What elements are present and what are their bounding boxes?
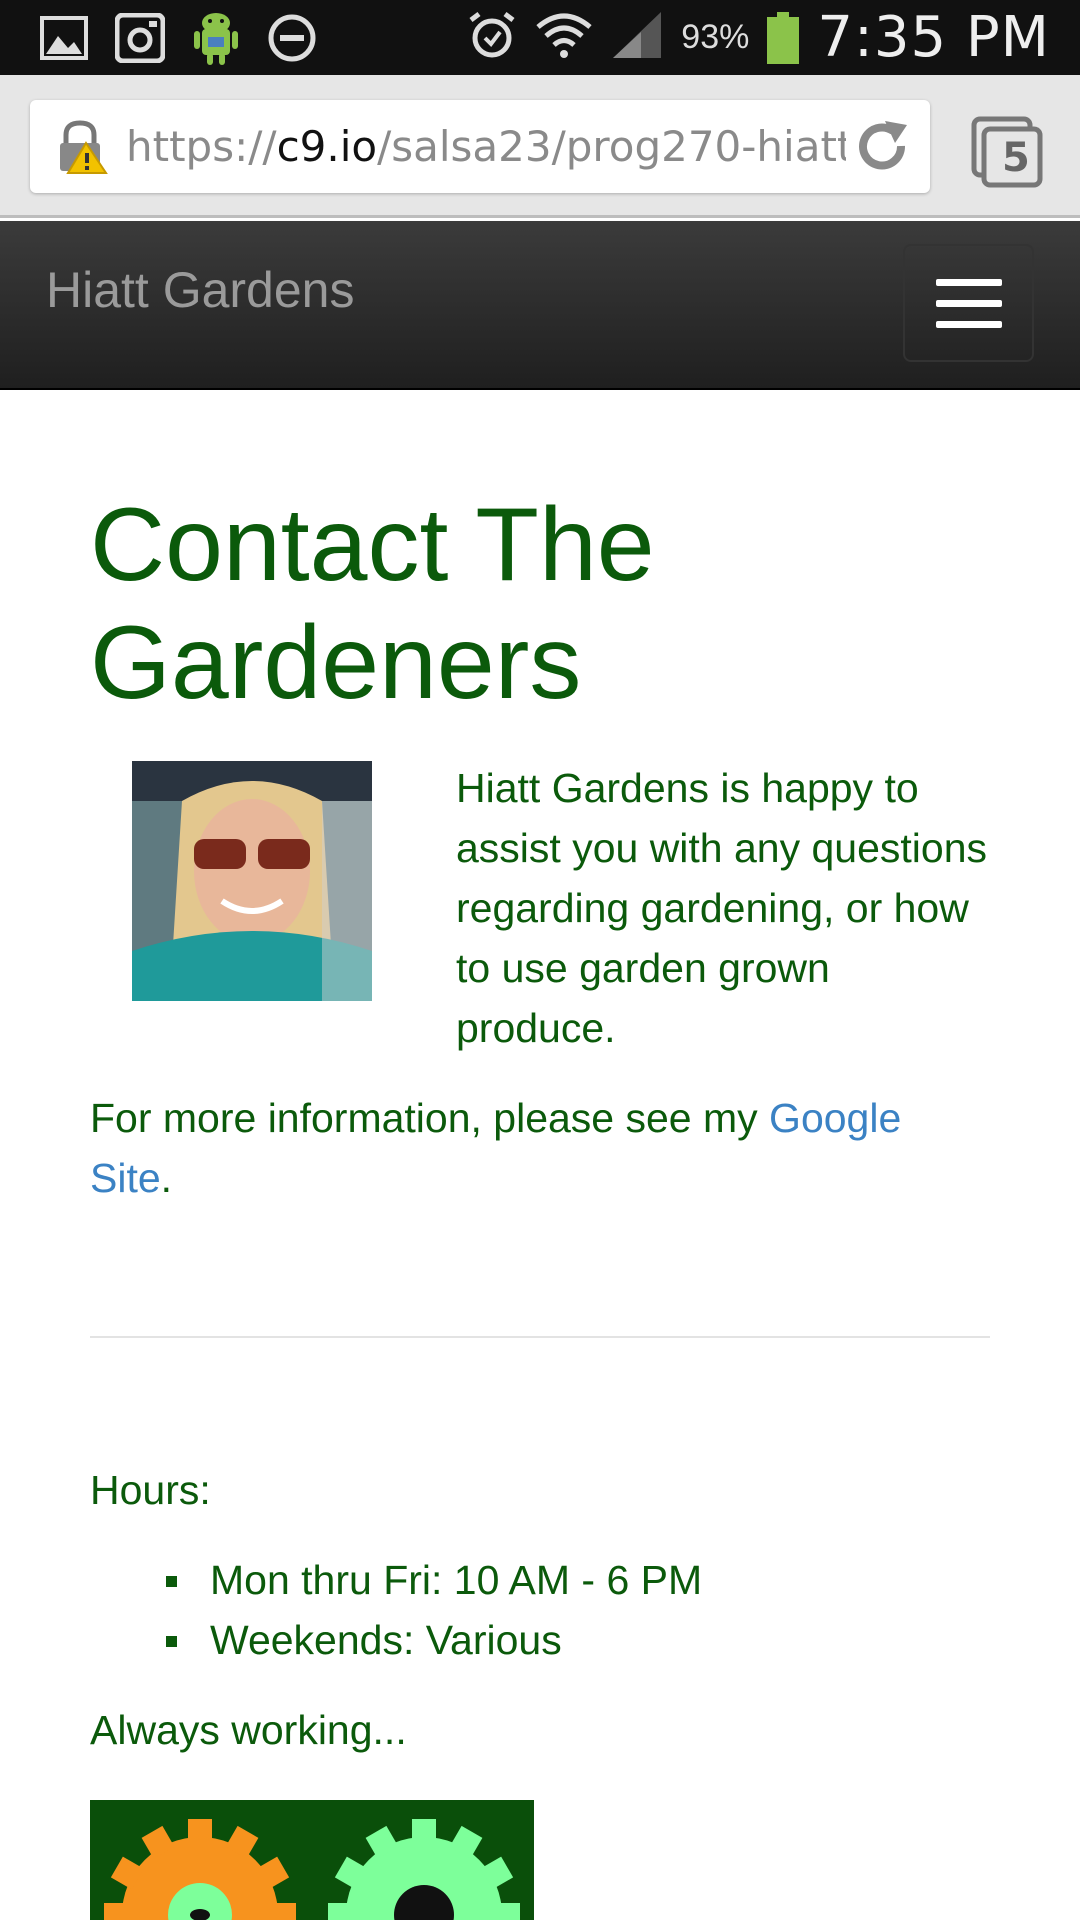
notification-icons — [38, 12, 318, 65]
url-text[interactable]: https://c9.io/salsa23/prog270-hiatt-g — [126, 122, 846, 171]
battery-icon — [767, 11, 800, 64]
browser-toolbar: https://c9.io/salsa23/prog270-hiatt-g 5 — [0, 75, 1080, 218]
list-item: Weekends: Various — [166, 1610, 990, 1670]
hours-list: Mon thru Fri: 10 AM - 6 PM Weekends: Var… — [166, 1550, 990, 1670]
menu-toggle-button[interactable] — [903, 244, 1034, 362]
always-working-text: Always working... — [90, 1707, 407, 1753]
wifi-icon — [535, 11, 593, 64]
status-bar: 93% 7:35 PM — [0, 0, 1080, 75]
gardener-photo — [132, 761, 372, 1001]
hamburger-icon — [935, 278, 1002, 286]
site-navbar: Hiatt Gardens — [0, 221, 1080, 390]
main-content: Contact The Gardeners Hiatt Gardens is h… — [90, 390, 990, 1920]
list-item: Mon thru Fri: 10 AM - 6 PM — [166, 1550, 990, 1610]
page-title: Contact The Gardeners — [90, 487, 655, 721]
tab-count: 5 — [1002, 135, 1030, 181]
section-divider — [90, 1336, 990, 1338]
instagram-icon — [114, 12, 166, 64]
info-paragraph: For more information, please see my Goog… — [90, 1095, 902, 1201]
brand-link[interactable]: Hiatt Gardens — [46, 261, 354, 319]
clock: 7:35 PM — [817, 5, 1050, 70]
android-icon — [190, 12, 242, 65]
do-not-disturb-icon — [266, 12, 318, 64]
address-bar[interactable]: https://c9.io/salsa23/prog270-hiatt-g — [30, 100, 930, 193]
signal-icon — [611, 10, 663, 65]
battery-percent: 93% — [681, 18, 750, 56]
intro-section: Hiatt Gardens is happy to assist you wit… — [90, 758, 990, 1058]
gears-image — [90, 1800, 534, 1920]
reload-icon[interactable] — [850, 114, 914, 178]
alarm-icon — [467, 10, 517, 65]
lock-warning-icon[interactable] — [52, 117, 112, 177]
tabs-button[interactable]: 5 — [970, 113, 1046, 189]
gallery-icon — [38, 12, 90, 64]
hours-label: Hours: — [90, 1467, 211, 1513]
